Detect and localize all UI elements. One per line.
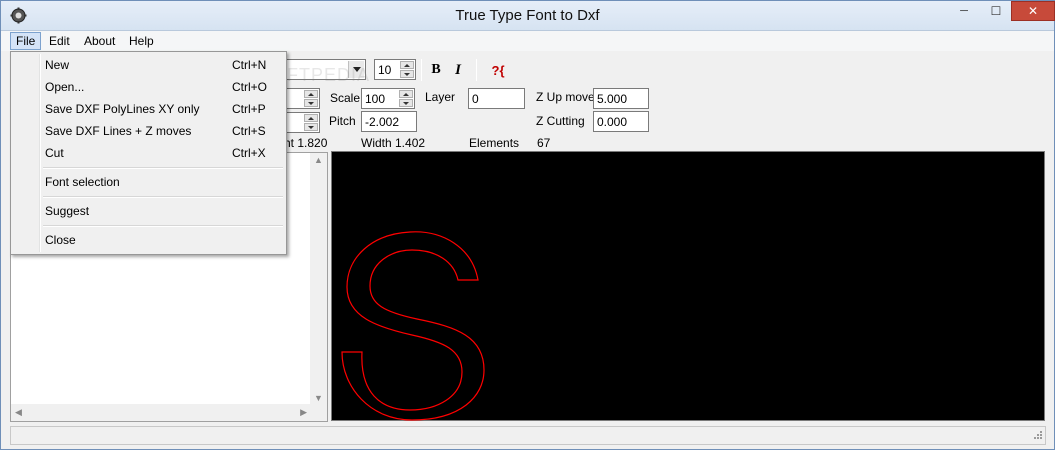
menu-item-suggest[interactable]: Suggest bbox=[13, 200, 284, 222]
font-size-value: 10 bbox=[378, 63, 392, 77]
pitch-label: Pitch bbox=[329, 114, 356, 128]
menu-item-open[interactable]: Open... Ctrl+O bbox=[13, 76, 284, 98]
toolbar-separator bbox=[476, 59, 477, 81]
elements-label: Elements bbox=[469, 136, 520, 150]
toolbar-separator bbox=[421, 59, 422, 81]
resize-grip-icon[interactable] bbox=[1031, 430, 1043, 442]
scale-value: 100 bbox=[365, 92, 386, 106]
menu-item-new[interactable]: New Ctrl+N bbox=[13, 54, 284, 76]
menu-item-save-lines[interactable]: Save DXF Lines + Z moves Ctrl+S bbox=[13, 120, 284, 142]
spin-up-icon[interactable] bbox=[304, 114, 318, 122]
menu-item-label: Open... bbox=[45, 80, 85, 94]
scale-label: Scale bbox=[330, 91, 361, 105]
menu-edit[interactable]: Edit bbox=[44, 32, 75, 50]
menu-item-label: Suggest bbox=[45, 204, 90, 218]
layer-input[interactable]: 0 bbox=[468, 88, 525, 109]
height-readout: ht 1.820 bbox=[284, 136, 328, 150]
scroll-corner bbox=[310, 404, 327, 421]
spin-down-icon[interactable] bbox=[399, 99, 413, 107]
close-button[interactable]: ✕ bbox=[1011, 1, 1055, 21]
scroll-up-icon[interactable]: ▲ bbox=[314, 155, 323, 165]
glyph-outline bbox=[341, 231, 485, 421]
menu-item-save-polylines[interactable]: Save DXF PolyLines XY only Ctrl+P bbox=[13, 98, 284, 120]
spin-down-icon[interactable] bbox=[400, 70, 414, 78]
drawing-canvas[interactable] bbox=[331, 151, 1045, 421]
horizontal-scrollbar[interactable]: ◀ ▶ bbox=[11, 404, 311, 421]
pitch-input[interactable]: -2.002 bbox=[361, 111, 417, 132]
z-up-input[interactable]: 5.000 bbox=[593, 88, 649, 109]
spin-up-icon[interactable] bbox=[400, 61, 414, 69]
menu-help[interactable]: Help bbox=[124, 32, 159, 50]
z-cut-label: Z Cutting bbox=[536, 114, 585, 128]
z-cut-input[interactable]: 0.000 bbox=[593, 111, 649, 132]
minimize-icon: ─ bbox=[960, 5, 968, 17]
menu-about[interactable]: About bbox=[79, 32, 120, 50]
menu-item-shortcut: Ctrl+S bbox=[232, 124, 266, 138]
menu-file[interactable]: File bbox=[10, 32, 42, 50]
menu-item-shortcut: Ctrl+P bbox=[232, 102, 266, 116]
menu-item-font-selection[interactable]: Font selection bbox=[13, 171, 284, 193]
file-menu-dropdown: New Ctrl+N Open... Ctrl+O Save DXF PolyL… bbox=[10, 51, 287, 255]
scale-stepper[interactable]: 100 bbox=[361, 88, 415, 109]
menu-item-cut[interactable]: Cut Ctrl+X bbox=[13, 142, 284, 164]
help-button[interactable]: ?{ bbox=[485, 60, 511, 80]
menu-item-label: New bbox=[45, 58, 70, 72]
italic-button[interactable]: I bbox=[448, 60, 468, 80]
spin-down-icon[interactable] bbox=[304, 123, 318, 131]
menu-item-shortcut: Ctrl+O bbox=[232, 80, 268, 94]
menu-separator bbox=[43, 196, 283, 198]
font-size-stepper[interactable]: 10 bbox=[374, 59, 416, 80]
menu-item-label: Cut bbox=[45, 146, 64, 160]
menu-item-shortcut: Ctrl+N bbox=[232, 58, 267, 72]
elements-value: 67 bbox=[537, 136, 551, 150]
menu-separator bbox=[43, 167, 283, 169]
menu-item-label: Close bbox=[45, 233, 76, 247]
width-readout: Width 1.402 bbox=[361, 136, 426, 150]
menu-bar: File Edit About Help bbox=[1, 31, 1054, 51]
menu-item-label: Save DXF Lines + Z moves bbox=[45, 124, 192, 138]
menu-separator bbox=[43, 225, 283, 227]
menu-item-label: Save DXF PolyLines XY only bbox=[45, 102, 200, 116]
menu-item-label: Font selection bbox=[45, 175, 120, 189]
vertical-scrollbar[interactable]: ▲ ▼ bbox=[310, 153, 327, 405]
spin-up-icon[interactable] bbox=[304, 90, 318, 98]
scroll-left-icon[interactable]: ◀ bbox=[15, 407, 22, 418]
menu-item-close[interactable]: Close bbox=[13, 229, 284, 251]
minimize-button[interactable]: ─ bbox=[949, 1, 979, 21]
left-stepper-1[interactable] bbox=[286, 88, 320, 109]
status-bar bbox=[10, 426, 1046, 445]
close-icon: ✕ bbox=[1027, 4, 1039, 18]
scroll-right-icon[interactable]: ▶ bbox=[300, 407, 307, 418]
maximize-icon: ☐ bbox=[990, 4, 1002, 18]
layer-label: Layer bbox=[425, 90, 456, 104]
scroll-down-icon[interactable]: ▼ bbox=[314, 393, 323, 403]
window-title: True Type Font to Dxf bbox=[455, 7, 600, 24]
title-bar[interactable]: True Type Font to Dxf ─ ☐ ✕ bbox=[1, 1, 1055, 31]
spin-up-icon[interactable] bbox=[399, 90, 413, 98]
spin-down-icon[interactable] bbox=[304, 99, 318, 107]
bold-button[interactable]: B bbox=[426, 60, 446, 80]
z-up-label: Z Up move bbox=[536, 90, 595, 104]
left-stepper-2[interactable] bbox=[286, 112, 320, 133]
menu-item-shortcut: Ctrl+X bbox=[232, 146, 266, 160]
app-window: True Type Font to Dxf ─ ☐ ✕ File Edit Ab… bbox=[0, 0, 1055, 450]
maximize-button[interactable]: ☐ bbox=[981, 1, 1011, 21]
